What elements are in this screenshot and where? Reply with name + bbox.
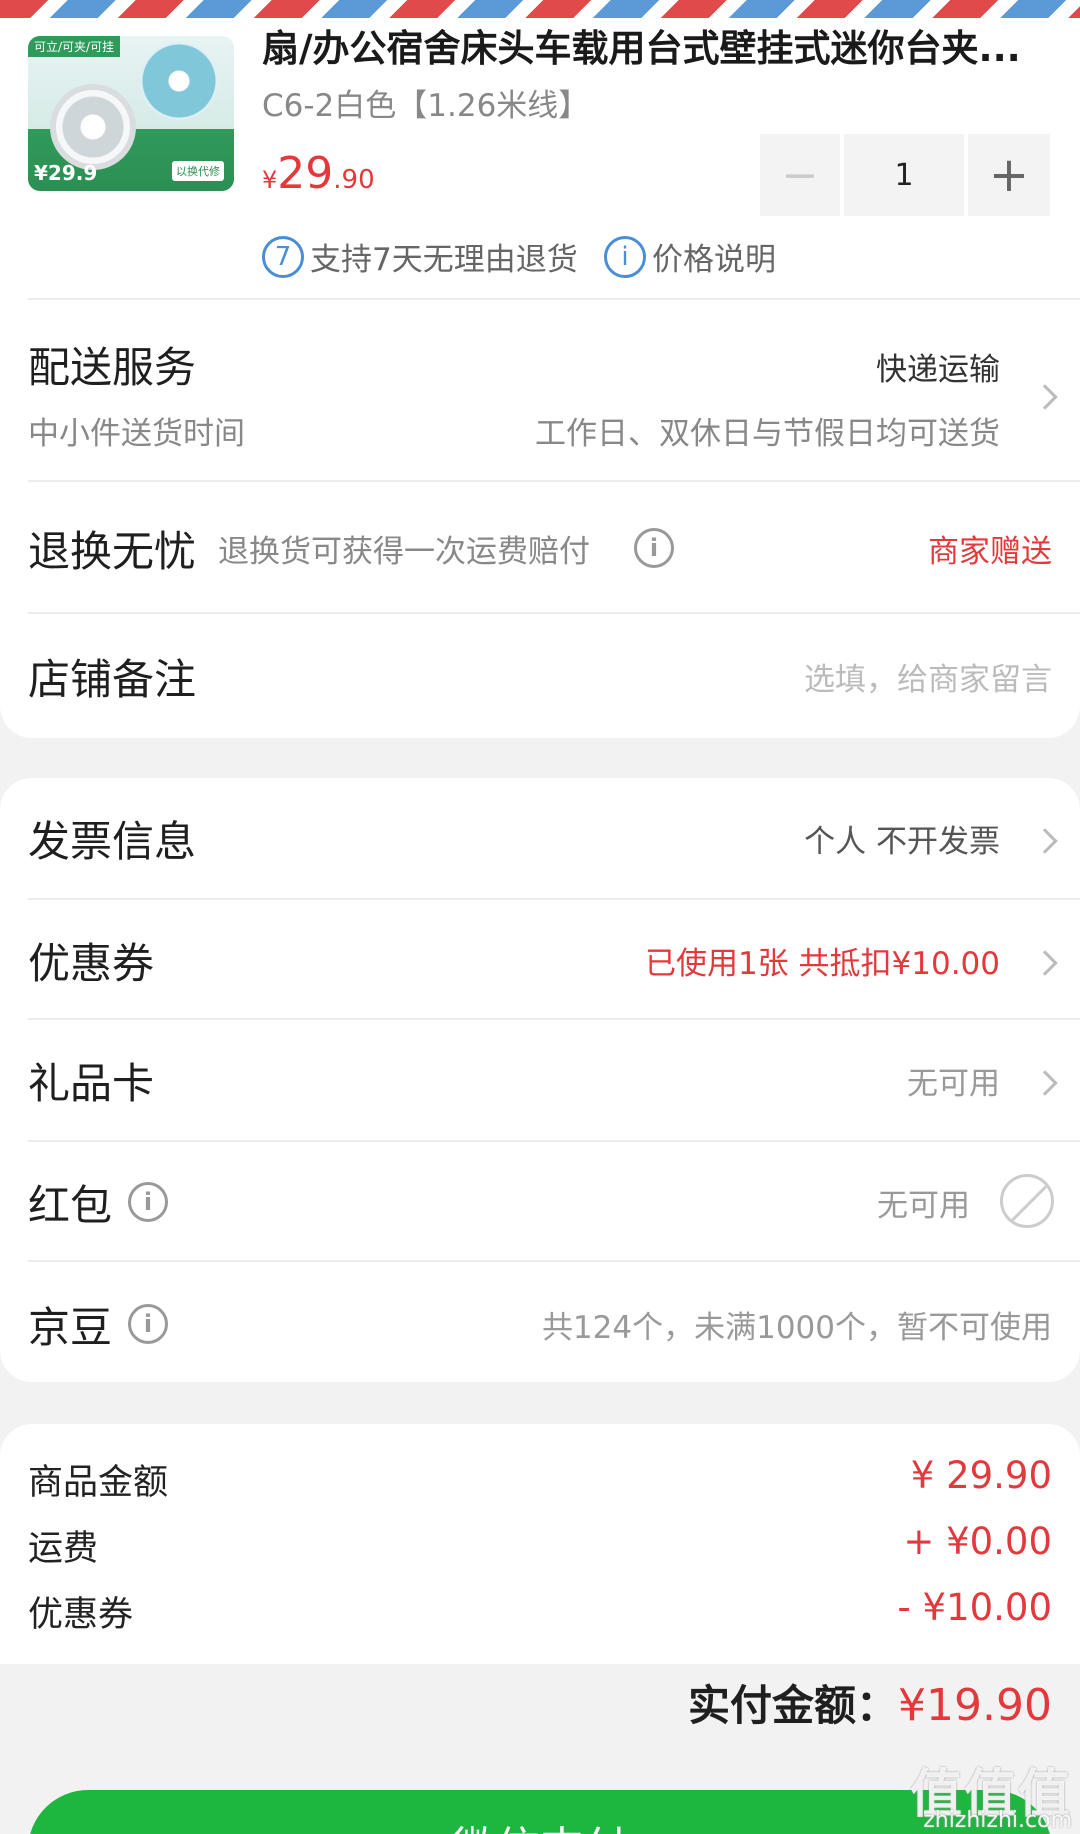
quantity-stepper: − 1 + (760, 134, 1050, 216)
info-icon: i (604, 235, 646, 278)
coupon-label: 优惠券 (28, 939, 155, 988)
divider (28, 1018, 1080, 1020)
divider (28, 480, 1080, 482)
red-packet-value: 无可用 (877, 1188, 970, 1224)
delivery-label: 配送服务 (28, 343, 197, 392)
info-icon[interactable]: i (634, 528, 674, 568)
invoice-value: 个人 不开发票 (804, 824, 1000, 860)
price-summary-card: 商品金额 ¥ 29.90 运费 + ¥0.00 优惠券 - ¥10.00 (0, 1424, 1080, 1664)
divider (28, 612, 1080, 614)
fan-image (50, 84, 136, 170)
product-thumbnail[interactable]: 可立/可夹/可挂 ¥29.9 以换代修 (28, 36, 234, 191)
thumb-price: ¥29.9 (34, 161, 98, 185)
chevron-right-icon (1032, 950, 1058, 976)
price-decimal: .90 (333, 165, 375, 195)
total-label: 实付金额： (688, 1681, 899, 1730)
info-icon[interactable]: i (128, 1304, 168, 1344)
product-title[interactable]: 扇/办公宿舍床头车载用台式壁挂式迷你台夹... (262, 18, 1021, 72)
summary-row: 商品金额 ¥ 29.90 (28, 1454, 1052, 1503)
gift-card-label: 礼品卡 (28, 1059, 155, 1108)
price-currency: ¥ (262, 166, 278, 194)
delivery-time-value: 工作日、双休日与节假日均可送货 (535, 416, 1000, 452)
increase-button[interactable]: + (968, 134, 1050, 216)
summary-label: 商品金额 (28, 1463, 169, 1503)
thumb-tag: 可立/可夹/可挂 (28, 36, 121, 57)
price-info-text: 价格说明 (652, 242, 776, 278)
delivery-method: 快递运输 (876, 352, 1000, 388)
watermark-url: zhizhizhi.com (923, 1808, 1072, 1833)
divider (28, 1260, 1080, 1262)
unavailable-icon (1000, 1174, 1054, 1228)
seven-day-icon: 7 (262, 235, 304, 278)
total-amount: 实付金额：¥19.90 (688, 1672, 1052, 1733)
order-card: 可立/可夹/可挂 ¥29.9 以换代修 扇/办公宿舍床头车载用台式壁挂式迷你台夹… (0, 18, 1080, 738)
divider (28, 1140, 1080, 1142)
thumb-gift: 以换代修 (172, 161, 224, 181)
coupon-value: 已使用1张 共抵扣¥10.00 (644, 946, 1000, 982)
return-policy-text: 支持7天无理由退货 (310, 242, 578, 278)
divider (28, 898, 1080, 900)
chevron-right-icon (1032, 828, 1058, 854)
payment-options-card: 发票信息 个人 不开发票 优惠券 已使用1张 共抵扣¥10.00 礼品卡 无可用… (0, 778, 1080, 1382)
summary-value: - ¥10.00 (897, 1586, 1052, 1629)
total-value: ¥19.90 (898, 1680, 1052, 1731)
price-integer: 29 (277, 148, 334, 199)
summary-label: 优惠券 (28, 1595, 134, 1635)
shop-note-label: 店铺备注 (28, 655, 197, 704)
price-info[interactable]: i 价格说明 (604, 234, 776, 279)
info-icon[interactable]: i (128, 1182, 168, 1222)
summary-value: + ¥0.00 (903, 1520, 1052, 1563)
jingdou-value: 共124个，未满1000个，暂不可使用 (541, 1310, 1052, 1346)
wechat-pay-button[interactable]: 微信支付 (28, 1790, 1052, 1834)
gift-card-value: 无可用 (907, 1066, 1000, 1102)
worry-free-desc: 退换货可获得一次运费赔付 (218, 534, 590, 570)
delivery-time-label: 中小件送货时间 (28, 416, 245, 452)
red-packet-label: 红包 (28, 1181, 113, 1230)
product-spec: C6-2白色【1.26米线】 (262, 88, 590, 124)
shop-note-input[interactable]: 选填，给商家留言 (804, 654, 1052, 699)
fan-image (140, 42, 218, 120)
summary-value: ¥ 29.90 (910, 1454, 1052, 1497)
worry-free-label: 退换无忧 (28, 527, 197, 576)
summary-row: 优惠券 - ¥10.00 (28, 1586, 1052, 1635)
quantity-input[interactable]: 1 (844, 134, 964, 216)
chevron-right-icon (1032, 384, 1058, 410)
jingdou-label: 京豆 (28, 1303, 113, 1352)
return-policy[interactable]: 7 支持7天无理由退货 (262, 234, 578, 279)
worry-free-value: 商家赠送 (928, 534, 1052, 570)
divider (28, 298, 1080, 300)
decrease-button[interactable]: − (760, 134, 840, 216)
airmail-stripe (0, 0, 1080, 18)
invoice-label: 发票信息 (28, 817, 197, 866)
product-price: ¥29.90 (262, 148, 375, 199)
summary-row: 运费 + ¥0.00 (28, 1520, 1052, 1569)
summary-label: 运费 (28, 1529, 99, 1569)
chevron-right-icon (1032, 1070, 1058, 1096)
